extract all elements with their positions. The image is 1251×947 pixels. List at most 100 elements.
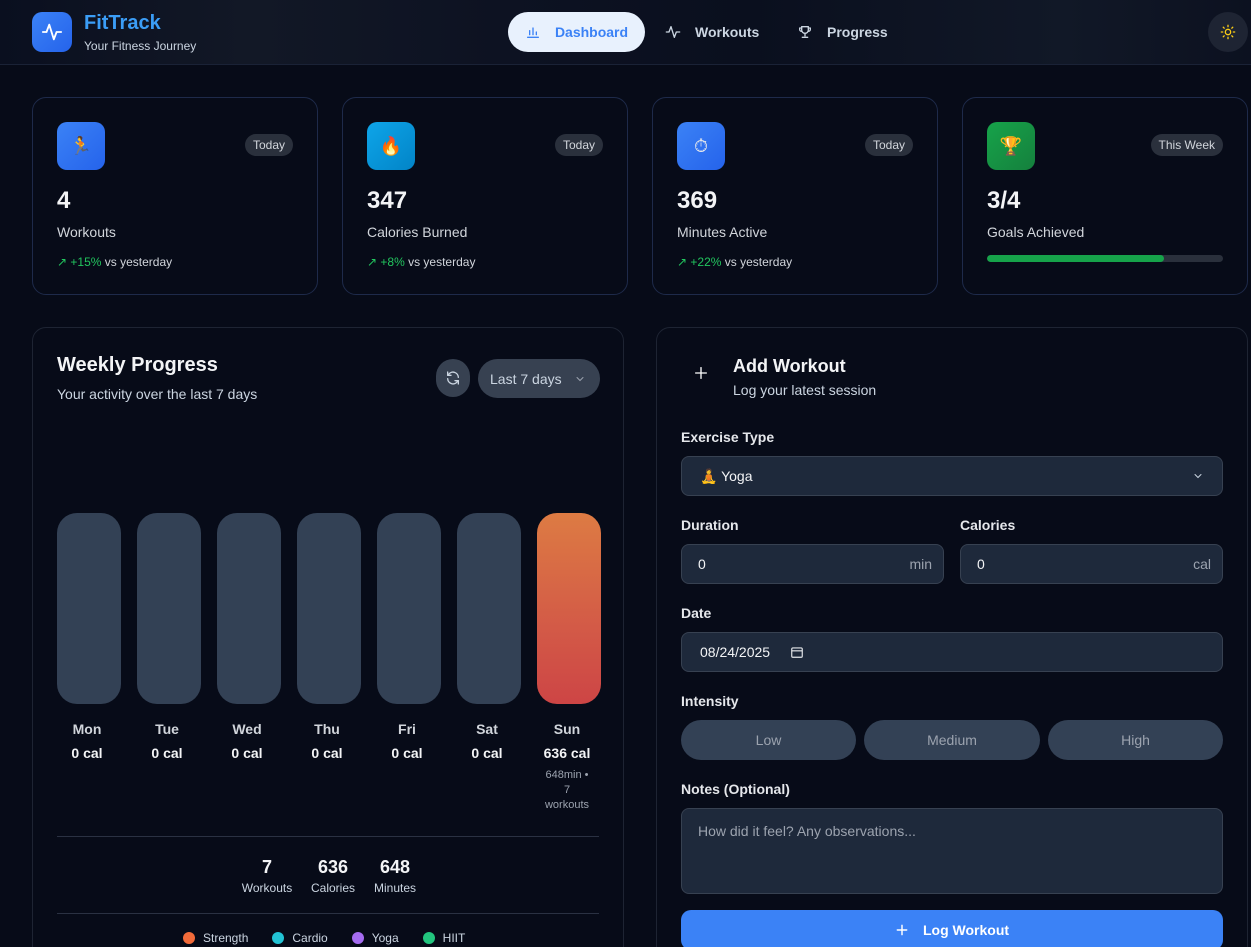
nav-progress-label: Progress: [827, 24, 888, 40]
nav-workouts-label: Workouts: [695, 24, 760, 40]
legend-dot: [272, 932, 285, 944]
notes-textarea[interactable]: How did it feel? Any observations...: [681, 808, 1223, 894]
stat-change-value: ↗ +22%: [677, 255, 722, 269]
stat-badge: This Week: [1150, 134, 1223, 156]
summary-label: Minutes: [373, 881, 417, 895]
stat-badge: Today: [864, 134, 913, 156]
nav-dashboard[interactable]: Dashboard: [508, 12, 645, 52]
day-calories: 0 cal: [471, 745, 503, 761]
refresh-button[interactable]: [436, 359, 470, 397]
legend-item-strength: Strength: [183, 931, 248, 945]
day-bar-sat[interactable]: [457, 513, 521, 704]
logo-icon[interactable]: [32, 12, 72, 52]
stat-change-value: ↗ +15%: [57, 255, 102, 269]
duration-unit: min: [909, 556, 932, 572]
form-title: Add Workout: [733, 356, 846, 376]
day-calories: 0 cal: [311, 745, 343, 761]
intensity-medium-button[interactable]: Medium: [864, 720, 1040, 760]
activity-legend: Strength Cardio Yoga HIIT: [183, 931, 465, 945]
day-calories: 0 cal: [391, 745, 423, 761]
stat-change: ↗ +22% vs yesterday: [677, 255, 792, 269]
day-bar-thu[interactable]: [297, 513, 361, 704]
calories-unit: cal: [1193, 556, 1211, 572]
range-select[interactable]: Last 7 days: [478, 359, 600, 398]
summary-minutes: 648 Minutes: [370, 857, 420, 895]
date-input[interactable]: 08/24/2025: [681, 632, 1223, 672]
calories-input[interactable]: 0 cal: [960, 544, 1223, 584]
divider: [57, 836, 599, 837]
day-bar-sun[interactable]: [537, 513, 601, 704]
legend-item-cardio: Cardio: [272, 931, 328, 945]
stat-value: 369: [677, 187, 718, 214]
stat-card-workouts: 🏃 Today 4 Workouts ↗ +15% vs yesterday: [32, 97, 318, 295]
legend-label: Yoga: [371, 931, 399, 945]
stat-label: Goals Achieved: [987, 224, 1085, 240]
legend-item-yoga: Yoga: [351, 931, 399, 945]
stat-badge: Today: [554, 134, 603, 156]
legend-label: HIIT: [442, 931, 466, 945]
day-bar-wed[interactable]: [217, 513, 281, 704]
day-bar-mon[interactable]: [57, 513, 121, 704]
trophy-icon: [799, 26, 811, 38]
log-workout-label: Log Workout: [922, 922, 1010, 938]
duration-input[interactable]: 0 min: [681, 544, 944, 584]
sun-icon: [1220, 24, 1236, 40]
day-bar-tue[interactable]: [137, 513, 201, 704]
summary-value: 7: [261, 857, 272, 877]
nav-progress[interactable]: Progress: [797, 12, 888, 52]
legend-label: Cardio: [292, 931, 328, 945]
app-subtitle: Your Fitness Journey: [84, 39, 197, 53]
theme-toggle-button[interactable]: [1208, 12, 1248, 52]
stat-card-minutes: ⏱ Today 369 Minutes Active ↗ +22% vs yes…: [652, 97, 938, 295]
goal-progress-fill: [987, 255, 1164, 262]
legend-dot: [351, 932, 364, 944]
day-calories: 636 cal: [543, 745, 591, 761]
stopwatch-icon: ⏱: [677, 122, 725, 170]
stat-label: Calories Burned: [367, 224, 468, 240]
stat-value: 3/4: [987, 187, 1021, 214]
notes-label: Notes (Optional): [681, 781, 790, 797]
stat-change: ↗ +8% vs yesterday: [367, 255, 475, 269]
day-bar-fri[interactable]: [377, 513, 441, 704]
form-subtitle: Log your latest session: [733, 382, 877, 398]
weekly-subtitle: Your activity over the last 7 days: [57, 386, 258, 402]
flame-icon: 🔥: [367, 122, 415, 170]
day-calories: 0 cal: [151, 745, 183, 761]
calendar-icon[interactable]: [790, 645, 804, 659]
weekly-title: Weekly Progress: [57, 354, 218, 376]
range-select-value: Last 7 days: [490, 370, 562, 387]
plus-icon: [896, 924, 908, 936]
nav-workouts[interactable]: Workouts: [665, 12, 759, 52]
stat-change: ↗ +15% vs yesterday: [57, 255, 172, 269]
stat-change-suffix: vs yesterday: [724, 255, 793, 269]
day-calories: 0 cal: [71, 745, 103, 761]
intensity-label: Intensity: [681, 693, 739, 709]
exercise-type-select[interactable]: 🧘 Yoga: [681, 456, 1223, 496]
bar-chart-icon: [526, 27, 539, 38]
day-label: Wed: [232, 721, 262, 737]
day-label: Sun: [553, 721, 581, 737]
exercise-type-label: Exercise Type: [681, 429, 775, 445]
notes-placeholder: How did it feel? Any observations...: [698, 823, 916, 839]
log-workout-button[interactable]: Log Workout: [681, 910, 1223, 947]
app-name: FitTrack: [84, 12, 161, 34]
intensity-low-button[interactable]: Low: [681, 720, 856, 760]
day-label: Thu: [314, 721, 340, 737]
day-detail: 648min • 7 workouts: [544, 769, 590, 811]
calories-label: Calories: [960, 517, 1016, 533]
calories-value: 0: [977, 556, 985, 572]
summary-label: Calories: [310, 881, 355, 895]
stat-value: 347: [367, 187, 408, 214]
summary-value: 636: [317, 857, 349, 877]
stat-value: 4: [57, 187, 71, 214]
date-value: 08/24/2025: [700, 644, 771, 660]
day-label: Mon: [72, 721, 102, 737]
day-label: Sat: [476, 721, 498, 737]
summary-label: Workouts: [241, 881, 293, 895]
add-workout-panel: Add Workout Log your latest session Exer…: [656, 327, 1248, 947]
day-label: Fri: [398, 721, 416, 737]
summary-workouts: 7 Workouts: [239, 857, 295, 895]
legend-item-hiit: HIIT: [422, 931, 466, 945]
intensity-high-button[interactable]: High: [1048, 720, 1223, 760]
duration-value: 0: [698, 556, 706, 572]
